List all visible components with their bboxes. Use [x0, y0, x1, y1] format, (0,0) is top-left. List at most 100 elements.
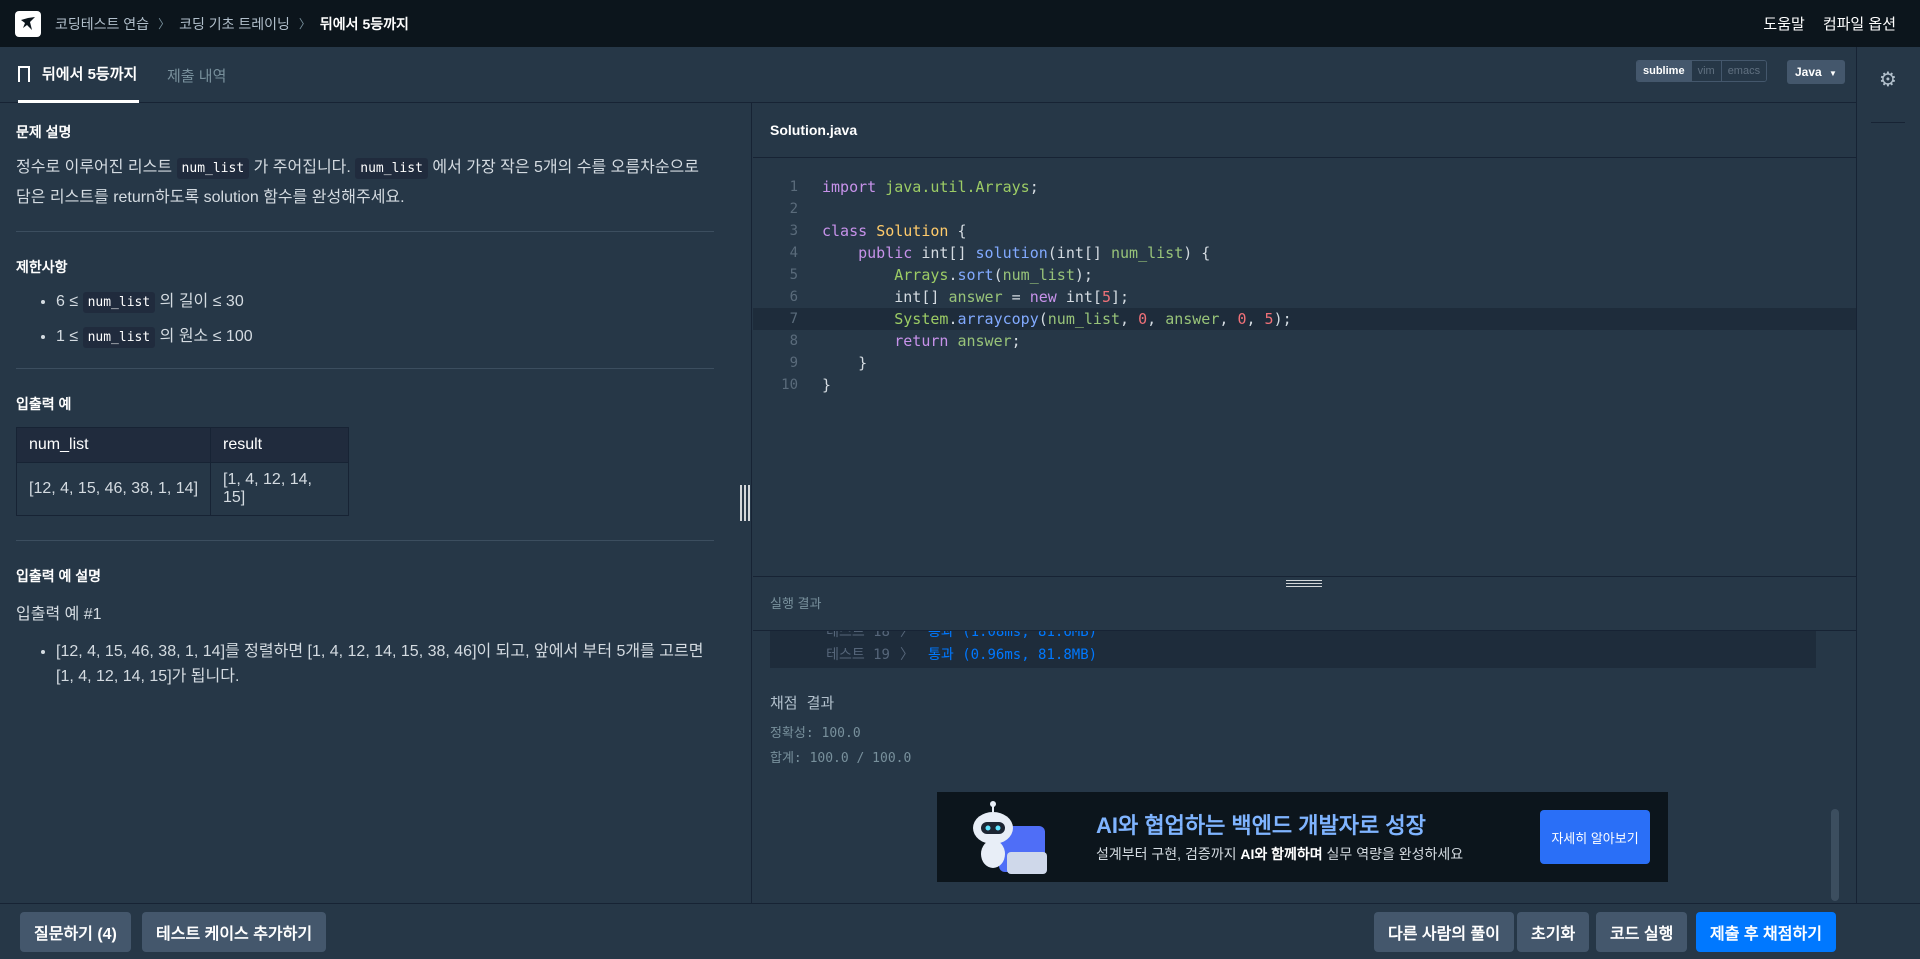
robot-icon [973, 801, 1047, 874]
list-item: [12, 4, 15, 46, 38, 1, 14]를 정렬하면 [1, 4, … [56, 639, 713, 689]
panel-resize-handle[interactable] [740, 485, 750, 521]
results-title: 실행 결과 [770, 596, 822, 611]
submit-button[interactable]: 제출 후 채점하기 [1696, 912, 1836, 952]
description-part: 정수로 이루어진 리스트 [16, 159, 177, 176]
breadcrumb-item-practice[interactable]: 코딩테스트 연습 [55, 14, 149, 34]
tab-submissions[interactable]: 제출 내역 [167, 47, 226, 103]
ad-banner[interactable]: AI와 협업하는 백엔드 개발자로 성장 설계부터 구현, 검증까지 AI와 함… [937, 792, 1668, 882]
add-test-case-button[interactable]: 테스트 케이스 추가하기 [142, 912, 327, 952]
code-editor[interactable]: 1 import java.util.Arrays; 2 3 class Solut… [753, 158, 1856, 576]
divider [1871, 122, 1905, 123]
limits-list: 6 ≤ num_list 의 길이 ≤ 30 1 ≤ num_list 의 원소… [56, 285, 713, 355]
line-number: 8 [789, 333, 798, 349]
tab-problem-label: 뒤에서 5등까지 [42, 66, 138, 83]
chevron-right-icon: 〉 [900, 631, 914, 640]
ad-subtitle: 설계부터 구현, 검증까지 AI와 함께하며 실무 역량을 완성하세요 [1096, 844, 1463, 864]
code-text: } [822, 376, 832, 394]
io-title: 입출력 예 [16, 396, 72, 412]
code-line[interactable]: 6 int[] answer = new int[5]; [753, 286, 1856, 308]
breadcrumb-item-current: 뒤에서 5등까지 [319, 15, 409, 32]
mode-sublime[interactable]: sublime [1637, 61, 1692, 81]
grade-title: 채점 결과 [770, 694, 835, 712]
code-text: import java.util.Arrays; [822, 178, 1039, 196]
test-row: 테스트 19 〉 통과 (0.96ms, 81.8MB) [770, 642, 1097, 666]
gear-icon[interactable]: ⚙ [1879, 67, 1897, 92]
code-line[interactable]: 3 class Solution { [753, 220, 1856, 242]
ad-learn-more-button[interactable]: 자세히 알아보기 [1540, 810, 1650, 864]
bookmark-icon[interactable] [18, 65, 30, 86]
settings-column: ⚙ [1856, 47, 1920, 903]
table-cell: [12, 4, 15, 46, 38, 1, 14] [16, 462, 211, 516]
inline-code: num_list [176, 158, 250, 179]
inline-code: num_list [82, 327, 156, 348]
grade-total: 합계: 100.0 / 100.0 [770, 751, 912, 766]
description-part: 가 주어집니다. [249, 159, 356, 176]
table-header-row: num_list result [16, 427, 349, 463]
line-number: 5 [789, 267, 798, 283]
mode-emacs[interactable]: emacs [1721, 61, 1767, 81]
line-number: 2 [789, 201, 798, 217]
limit-text: 의 길이 ≤ 30 [155, 293, 244, 310]
io-table: num_list result [12, 4, 15, 46, 38, 1, 1… [16, 427, 349, 516]
line-number: 6 [789, 289, 798, 305]
mode-vim[interactable]: vim [1691, 61, 1722, 81]
results-scrollbar[interactable] [1831, 809, 1839, 901]
table-cell: [1, 4, 12, 14, 15] [210, 462, 349, 516]
code-line[interactable]: 4 public int[] solution(int[] num_list) … [753, 242, 1856, 264]
results-resize-handle[interactable] [1286, 580, 1322, 590]
table-header: num_list [16, 427, 211, 463]
run-code-button[interactable]: 코드 실행 [1596, 912, 1688, 952]
ad-subtitle-bold: AI와 함께하며 [1240, 846, 1323, 862]
test-results-box: 테스트 18 〉 통과 (1.08ms, 81.6MB) 테스트 19 〉 통과… [770, 631, 1816, 668]
code-line[interactable]: 2 [753, 198, 1856, 220]
description-text: 정수로 이루어진 리스트 num_list 가 주어집니다. num_list … [16, 153, 713, 212]
top-nav: 코딩테스트 연습 〉 코딩 기초 트레이닝 〉 뒤에서 5등까지 도움말 컴파일… [0, 0, 1920, 47]
test-result: 통과 (0.96ms, 81.8MB) [928, 647, 1098, 663]
list-item: 6 ≤ num_list 의 길이 ≤ 30 [56, 285, 713, 320]
table-row: [12, 4, 15, 46, 38, 1, 14] [1, 4, 12, 14… [16, 462, 349, 516]
code-line[interactable]: 1 import java.util.Arrays; [753, 176, 1856, 198]
code-text: Arrays.sort(num_list); [894, 266, 1093, 284]
caret-down-icon: ▼ [1829, 69, 1837, 78]
limit-text: 의 원소 ≤ 100 [155, 328, 253, 345]
line-number: 3 [789, 223, 798, 239]
language-select[interactable]: Java ▼ [1787, 60, 1845, 84]
code-text: public int[] solution(int[] num_list) { [858, 244, 1211, 262]
code-text: System.arraycopy(num_list, 0, answer, 0,… [894, 310, 1292, 328]
inline-code: num_list [82, 292, 156, 313]
tab-problem[interactable]: 뒤에서 5등까지 [18, 47, 140, 103]
results-panel: 테스트 18 〉 통과 (1.08ms, 81.6MB) 테스트 19 〉 통과… [753, 631, 1856, 903]
code-text: int[] answer = new int[5]; [822, 288, 1130, 306]
limit-text: 1 ≤ [56, 328, 83, 345]
table-header: result [210, 427, 349, 463]
line-number: 1 [789, 179, 798, 195]
test-label: 테스트 19 [826, 647, 890, 663]
limit-text: 6 ≤ [56, 293, 83, 310]
code-line[interactable]: 9 } [753, 352, 1856, 374]
ad-subtitle-part: 설계부터 구현, 검증까지 [1096, 846, 1241, 862]
reset-button[interactable]: 초기화 [1517, 912, 1590, 952]
code-line[interactable]: 5 Arrays.sort(num_list); [753, 264, 1856, 286]
file-name: Solution.java [770, 122, 858, 138]
test-result: 통과 (1.08ms, 81.6MB) [928, 631, 1098, 640]
breadcrumb-item-training[interactable]: 코딩 기초 트레이닝 [179, 14, 290, 34]
line-number: 9 [789, 355, 798, 371]
ad-subtitle-part: 실무 역량을 완성하세요 [1322, 846, 1464, 862]
inline-code: num_list [355, 158, 428, 179]
chevron-right-icon: 〉 [900, 647, 914, 663]
ask-question-button[interactable]: 질문하기 (4) [20, 912, 131, 952]
others-solutions-button[interactable]: 다른 사람의 풀이 [1374, 912, 1514, 952]
code-text: } [822, 354, 868, 372]
code-text: return answer; [894, 332, 1021, 350]
breadcrumb: 코딩테스트 연습 〉 코딩 기초 트레이닝 〉 뒤에서 5등까지 [55, 14, 409, 34]
programmers-logo-icon[interactable] [15, 10, 41, 37]
explain-subtitle: 입출력 예 #1 [16, 606, 102, 623]
code-line-active[interactable]: 7 System.arraycopy(num_list, 0, answer, … [753, 308, 1856, 330]
line-number: 7 [789, 311, 798, 327]
compile-options-link[interactable]: 컴파일 옵션 [1823, 13, 1896, 34]
line-number: 4 [789, 245, 798, 261]
code-line[interactable]: 10} [753, 374, 1856, 396]
code-line[interactable]: 8 return answer; [753, 330, 1856, 352]
explain-title: 입출력 예 설명 [16, 568, 102, 584]
help-link[interactable]: 도움말 [1763, 13, 1804, 34]
